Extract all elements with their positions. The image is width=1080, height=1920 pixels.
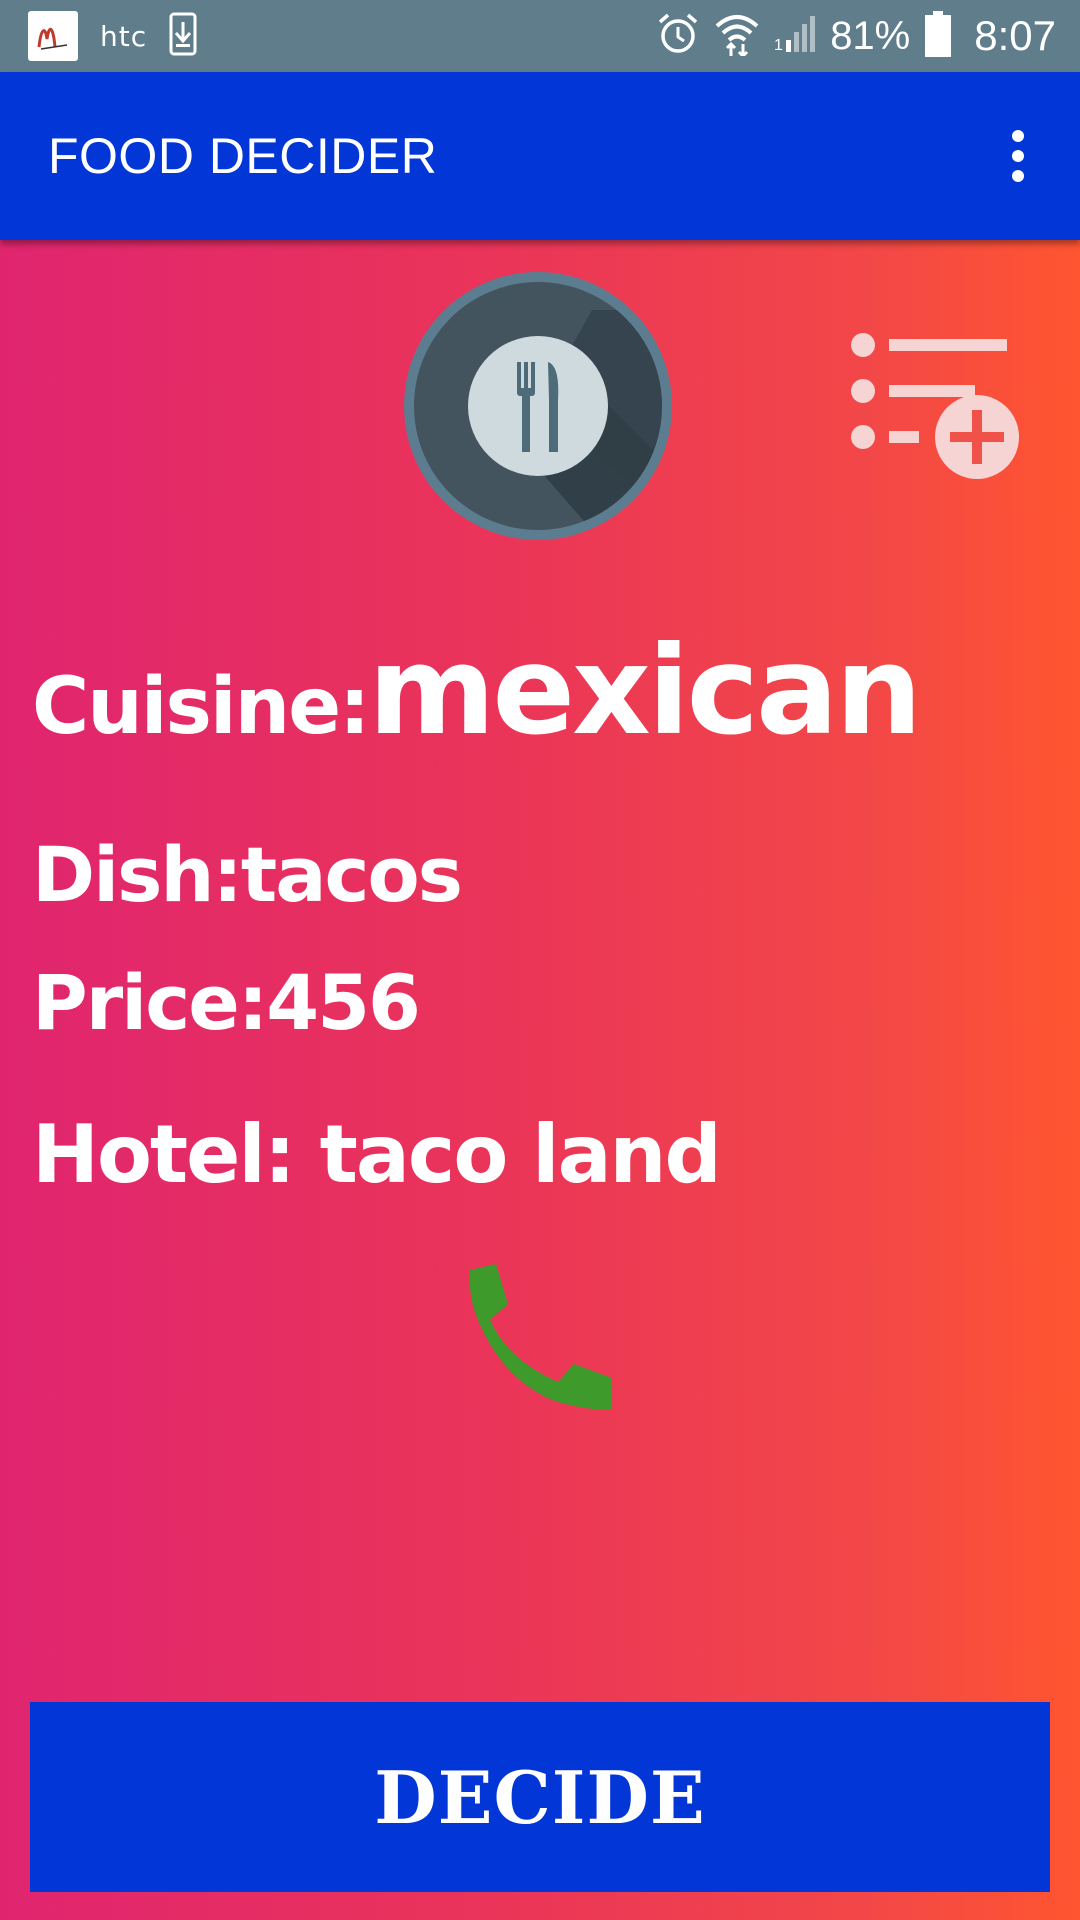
cuisine-value: mexican	[368, 620, 922, 762]
hotel-text: Hotel: taco land	[32, 1108, 722, 1201]
wifi-icon	[714, 12, 760, 61]
battery-icon	[924, 10, 952, 62]
more-vert-icon[interactable]	[998, 116, 1038, 196]
mcdonalds-app-icon	[28, 11, 78, 61]
signal-icon: 1	[774, 14, 816, 59]
price-text: Price:456	[32, 958, 421, 1047]
status-bar: htc 1 81% 8:07	[0, 0, 1080, 72]
decide-button[interactable]: DECIDE	[30, 1702, 1050, 1892]
app-title: FOOD DECIDER	[48, 128, 438, 184]
plate-cutlery-icon[interactable]	[402, 270, 674, 542]
download-icon	[169, 12, 197, 61]
cuisine-row: Cuisine:mexican	[32, 620, 922, 762]
svg-text:1: 1	[774, 37, 783, 54]
carrier-label: htc	[100, 19, 148, 53]
dish-text: Dish:tacos	[32, 830, 463, 919]
cuisine-label: Cuisine:	[32, 662, 370, 752]
app-bar: FOOD DECIDER	[0, 72, 1080, 240]
battery-percent: 81%	[830, 13, 911, 58]
add-to-list-icon[interactable]	[845, 325, 1025, 485]
clock: 8:07	[974, 12, 1056, 59]
main-content: Cuisine:mexican Dish:tacos Price:456 Hot…	[0, 240, 1080, 1920]
phone-icon[interactable]	[462, 1260, 622, 1420]
alarm-icon	[656, 12, 700, 61]
